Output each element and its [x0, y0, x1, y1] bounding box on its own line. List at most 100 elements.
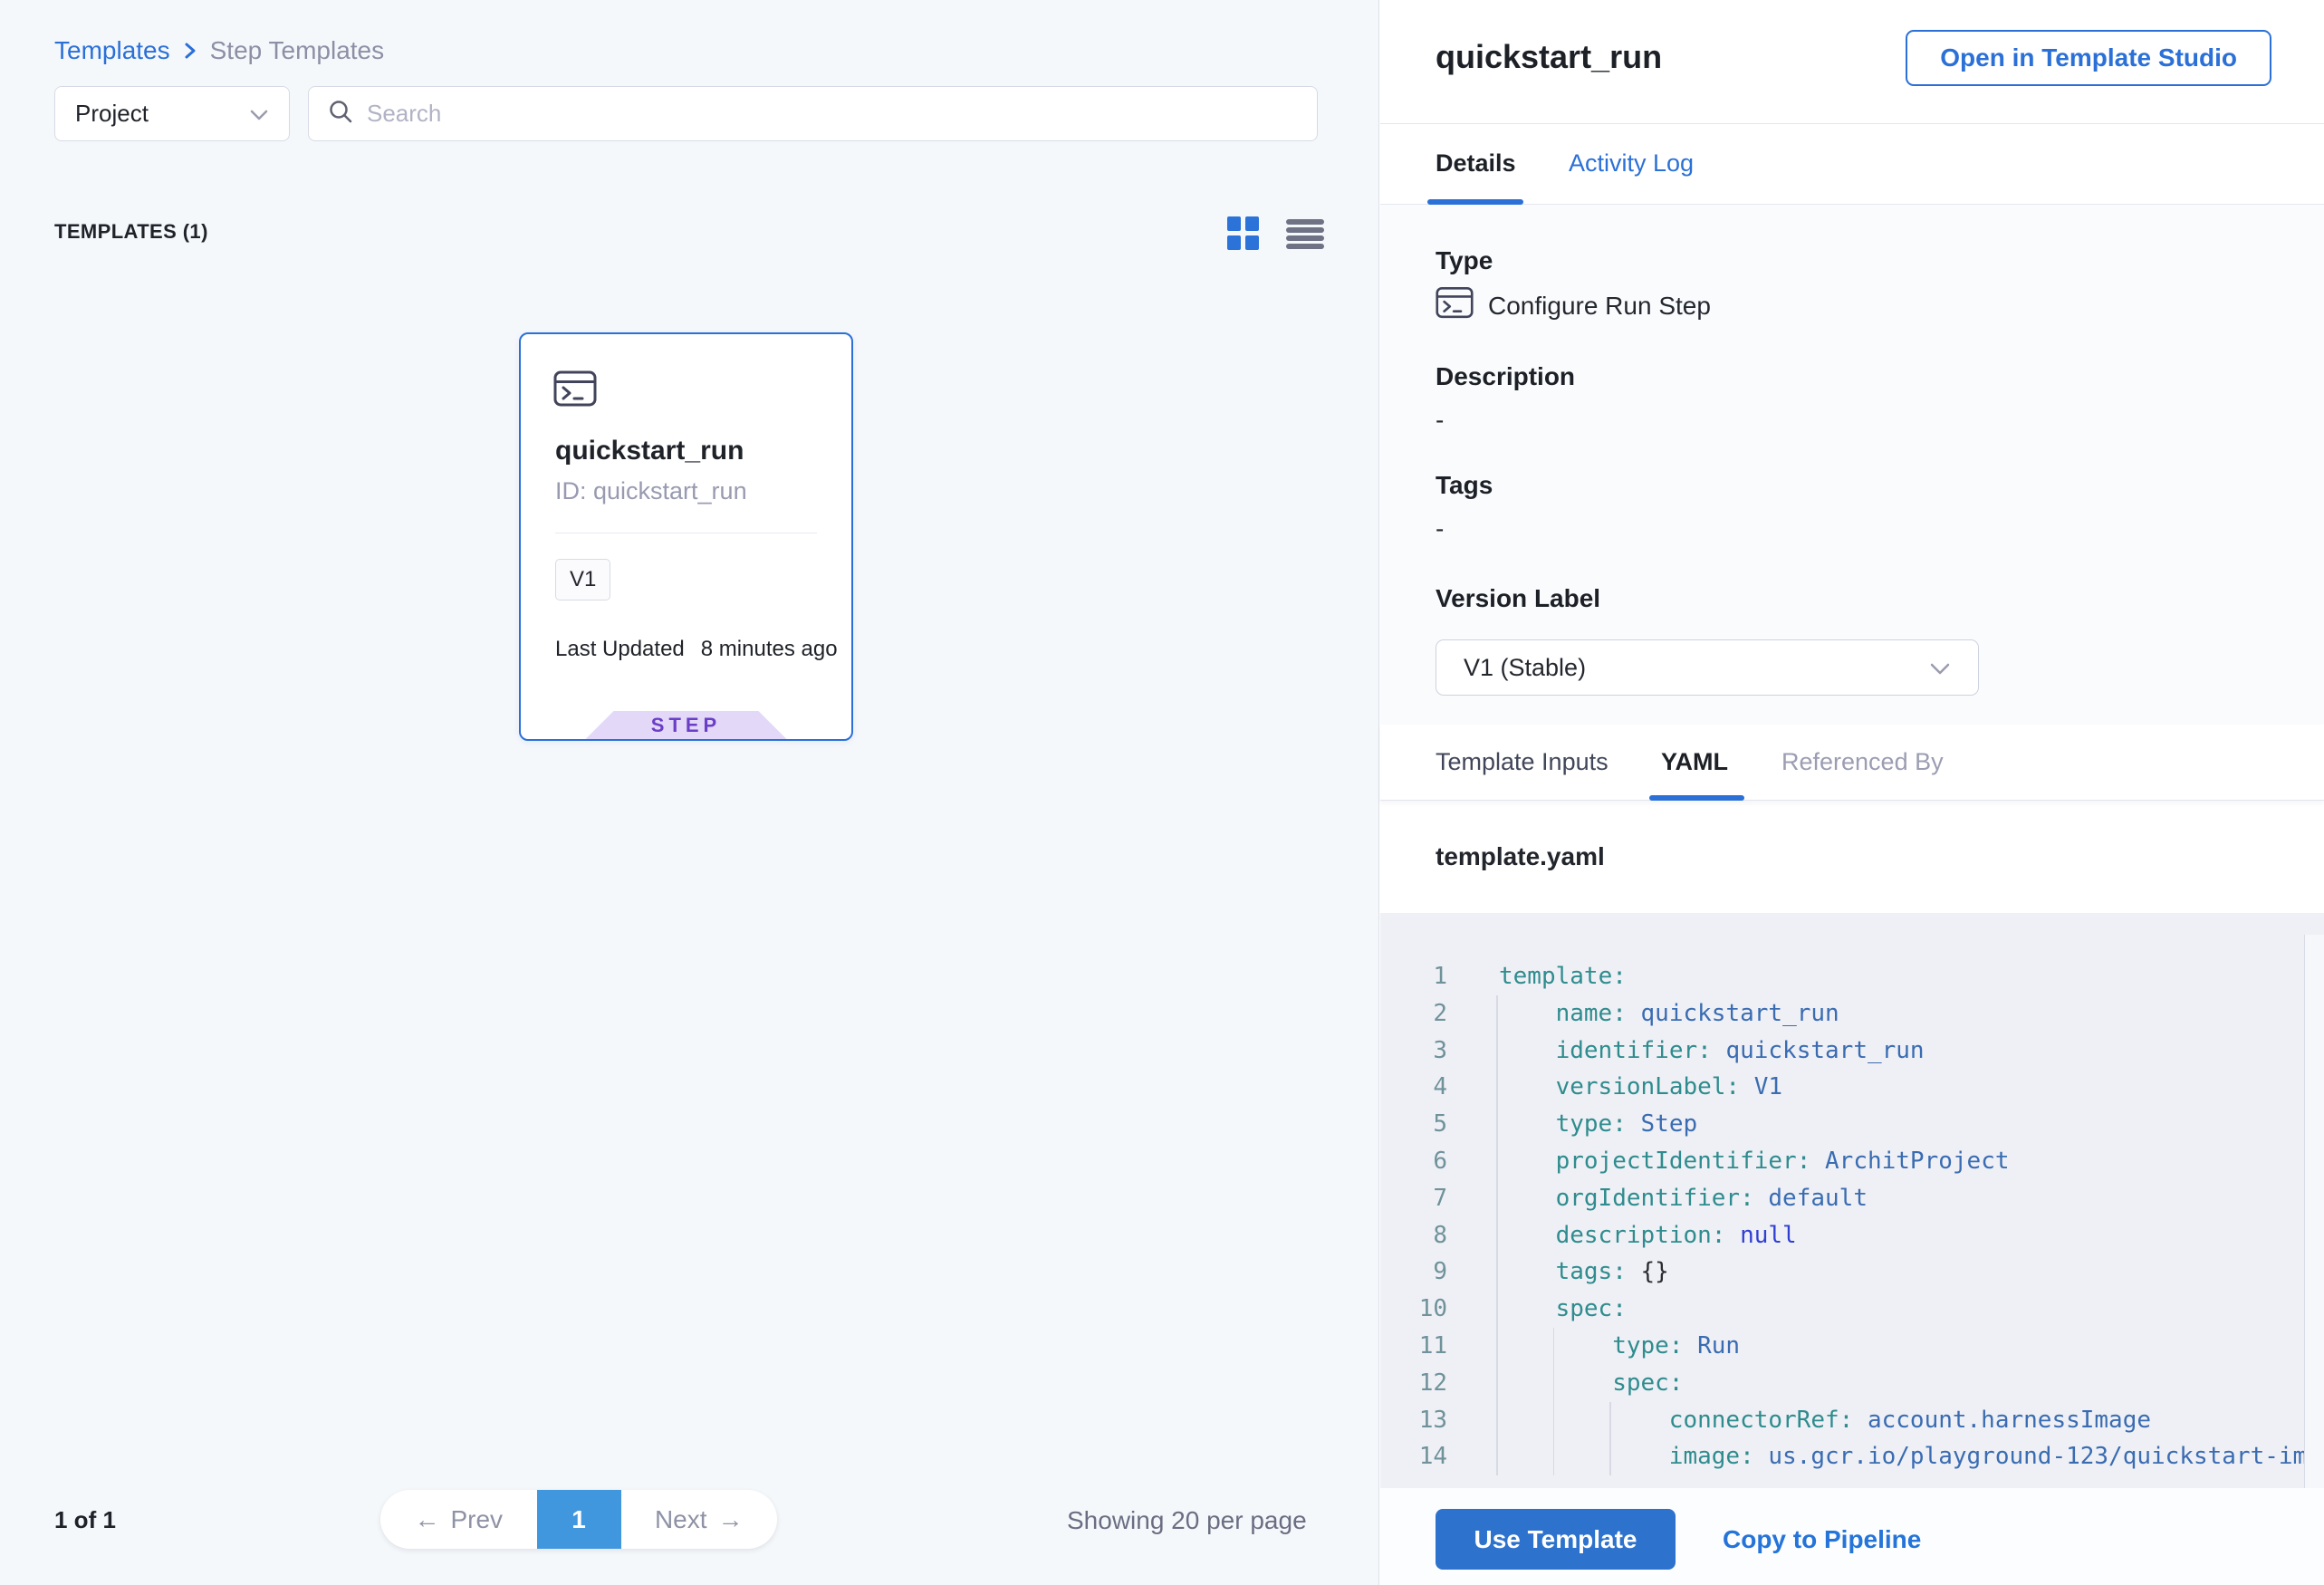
- next-page-button[interactable]: Next →: [621, 1490, 778, 1549]
- tab-yaml[interactable]: YAML: [1661, 748, 1728, 776]
- line-number: 13: [1380, 1402, 1447, 1439]
- yaml-line: 11type: Run: [1380, 1328, 2324, 1365]
- indent-guide: [1496, 1180, 1498, 1217]
- prev-page-button[interactable]: ← Prev: [380, 1490, 537, 1549]
- yaml-line-text: template:: [1499, 958, 1627, 995]
- active-tab-underline: [1649, 795, 1744, 801]
- yaml-code-lines: 1template:2 name: quickstart_run3identifi…: [1380, 958, 2324, 1475]
- scope-select-value: Project: [75, 100, 149, 128]
- indent-guide: [1496, 1365, 1498, 1402]
- templates-page: Templates Step Templates Project TEMPLAT…: [0, 0, 2324, 1585]
- line-number: 8: [1380, 1217, 1447, 1254]
- arrow-left-icon: ←: [414, 1505, 439, 1534]
- templates-count-label: TEMPLATES (1): [54, 220, 208, 244]
- search-box: [308, 86, 1318, 141]
- open-in-template-studio-button[interactable]: Open in Template Studio: [1906, 30, 2271, 86]
- indent-guide: [1496, 1069, 1498, 1106]
- yaml-line: 5 type: Step: [1380, 1106, 2324, 1143]
- line-number: 5: [1380, 1106, 1447, 1143]
- tab-template-inputs[interactable]: Template Inputs: [1436, 748, 1609, 776]
- breadcrumb-templates-link[interactable]: Templates: [54, 36, 170, 65]
- indent-guide: [1496, 1106, 1498, 1143]
- card-last-updated: Last Updated 8 minutes ago: [555, 637, 838, 662]
- step-badge: STEP: [586, 711, 787, 739]
- tags-value: -: [1436, 514, 1444, 543]
- yaml-line: 2 name: quickstart_run: [1380, 995, 2324, 1033]
- indent-guide: [1496, 1254, 1498, 1291]
- indent-guide: [1496, 995, 1498, 1033]
- page-1-button[interactable]: 1: [537, 1490, 621, 1549]
- terminal-icon: [553, 370, 597, 411]
- search-input[interactable]: [367, 100, 1299, 128]
- version-select[interactable]: V1 (Stable): [1436, 639, 1979, 696]
- list-view-icon[interactable]: [1286, 219, 1324, 249]
- line-number: 9: [1380, 1254, 1447, 1291]
- template-card[interactable]: quickstart_run ID: quickstart_run V1 Las…: [519, 332, 853, 741]
- breadcrumb: Templates Step Templates: [54, 36, 384, 65]
- type-value: Configure Run Step: [1488, 292, 1711, 321]
- yaml-line: 1template:: [1380, 958, 2324, 995]
- line-number: 10: [1380, 1291, 1447, 1328]
- yaml-line: 3identifier: quickstart_run: [1380, 1033, 2324, 1070]
- chevron-down-icon: [249, 100, 269, 128]
- tab-details[interactable]: Details: [1436, 149, 1516, 178]
- copy-to-pipeline-link[interactable]: Copy to Pipeline: [1723, 1509, 1921, 1570]
- yaml-line-text: image: us.gcr.io/playground-123/quicksta…: [1669, 1438, 2324, 1475]
- code-scrollbar[interactable]: [2304, 935, 2324, 1488]
- yaml-file-header: template.yaml: [1380, 801, 2324, 913]
- template-details-panel: quickstart_run Open in Template Studio D…: [1380, 0, 2324, 1585]
- yaml-line: 7orgIdentifier: default: [1380, 1180, 2324, 1217]
- pagination: ← Prev 1 Next →: [380, 1490, 777, 1549]
- line-number: 2: [1380, 995, 1447, 1033]
- details-footer: Use Template Copy to Pipeline: [1380, 1488, 2324, 1585]
- tags-label: Tags: [1436, 471, 1493, 500]
- yaml-line: 9 tags: {}: [1380, 1254, 2324, 1291]
- indent-guide: [1496, 1033, 1498, 1070]
- line-number: 3: [1380, 1033, 1447, 1070]
- tab-activity-log[interactable]: Activity Log: [1569, 149, 1694, 178]
- indent-guide: [1553, 1365, 1555, 1402]
- details-header: quickstart_run Open in Template Studio: [1380, 0, 2324, 124]
- yaml-file-name: template.yaml: [1436, 842, 1605, 871]
- tab-referenced-by[interactable]: Referenced By: [1781, 748, 1944, 776]
- indent-guide: [1609, 1402, 1611, 1439]
- yaml-line-text: description: null: [1556, 1217, 1797, 1254]
- yaml-line-text: type: Run: [1612, 1328, 1740, 1365]
- yaml-line: 13 connectorRef: account.harnessImage: [1380, 1402, 2324, 1439]
- yaml-line-text: name: quickstart_run: [1556, 995, 1839, 1033]
- line-number: 6: [1380, 1143, 1447, 1180]
- yaml-line-text: orgIdentifier: default: [1556, 1180, 1868, 1217]
- template-list-panel: Templates Step Templates Project TEMPLAT…: [0, 0, 1379, 1585]
- yaml-line-text: connectorRef: account.harnessImage: [1669, 1402, 2151, 1439]
- type-label: Type: [1436, 246, 1493, 275]
- indent-guide: [1496, 1438, 1498, 1475]
- yaml-line-text: spec:: [1612, 1365, 1683, 1402]
- yaml-code-editor[interactable]: 1template:2 name: quickstart_run3identifi…: [1380, 913, 2324, 1488]
- yaml-line: 6 projectIdentifier: ArchitProject: [1380, 1143, 2324, 1180]
- card-title: quickstart_run: [555, 436, 744, 466]
- yaml-line: 4versionLabel: V1: [1380, 1069, 2324, 1106]
- version-label: Version Label: [1436, 584, 1600, 613]
- per-page-label: Showing 20 per page: [1067, 1506, 1307, 1535]
- yaml-line: 14image: us.gcr.io/playground-123/quicks…: [1380, 1438, 2324, 1475]
- prev-label: Prev: [450, 1505, 503, 1534]
- yaml-line-text: tags: {}: [1556, 1254, 1669, 1291]
- indent-guide: [1609, 1438, 1611, 1475]
- indent-guide: [1496, 1217, 1498, 1254]
- type-value-row: Configure Run Step: [1436, 286, 1711, 325]
- line-number: 12: [1380, 1365, 1447, 1402]
- yaml-section-tabs: Template Inputs YAML Referenced By: [1380, 725, 2324, 801]
- scope-select[interactable]: Project: [54, 86, 290, 141]
- details-title: quickstart_run: [1436, 38, 1662, 76]
- indent-guide: [1553, 1328, 1555, 1365]
- grid-view-icon[interactable]: [1227, 216, 1260, 251]
- use-template-button[interactable]: Use Template: [1436, 1509, 1676, 1570]
- next-label: Next: [655, 1505, 707, 1534]
- yaml-line-text: type: Step: [1556, 1106, 1698, 1143]
- yaml-line: 10spec:: [1380, 1291, 2324, 1328]
- yaml-line-text: projectIdentifier: ArchitProject: [1556, 1143, 2010, 1180]
- indent-guide: [1553, 1438, 1555, 1475]
- yaml-line: 8 description: null: [1380, 1217, 2324, 1254]
- yaml-line-text: versionLabel: V1: [1556, 1069, 1782, 1106]
- details-tabs: Details Activity Log: [1380, 124, 2324, 205]
